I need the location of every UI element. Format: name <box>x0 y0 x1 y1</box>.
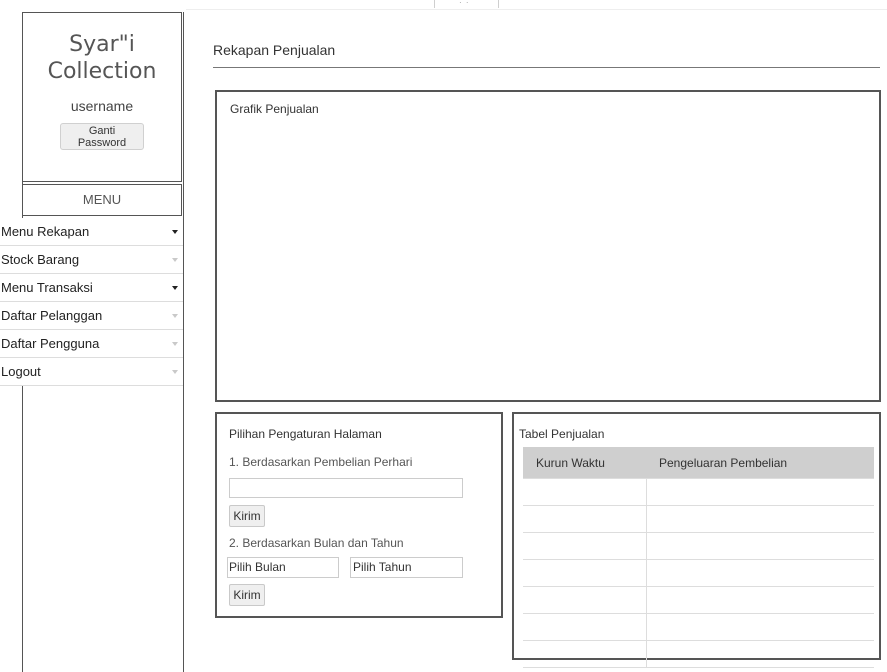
menu-header: MENU <box>22 184 182 216</box>
brand-title: Syar"i Collection <box>23 31 181 85</box>
sidebar-item-label: Stock Barang <box>1 252 80 267</box>
caret-down-icon <box>172 258 178 262</box>
table-cell <box>646 586 874 614</box>
sidebar-item-stock-barang[interactable]: Stock Barang <box>0 246 183 274</box>
table-row <box>523 478 874 506</box>
daily-date-input[interactable] <box>229 478 463 498</box>
sales-table-panel: Tabel Penjualan Kurun Waktu Pengeluaran … <box>512 412 881 668</box>
year-select[interactable]: Pilih Tahun <box>350 557 463 578</box>
table-row <box>523 559 874 587</box>
sales-chart-panel: Grafik Penjualan <box>215 90 881 402</box>
table-cell <box>646 478 874 506</box>
caret-down-icon <box>172 286 178 290</box>
sidebar-item-label: Daftar Pelanggan <box>1 308 103 323</box>
table-panel-label: Tabel Penjualan <box>519 427 605 441</box>
settings-panel-label: Pilihan Pengaturan Halaman <box>229 427 382 441</box>
table-cell <box>523 478 647 506</box>
sidebar-item-daftar-pelanggan[interactable]: Daftar Pelanggan <box>0 302 183 330</box>
caret-down-icon <box>172 230 178 234</box>
page-settings-panel: Pilihan Pengaturan Halaman 1. Berdasarka… <box>215 412 503 618</box>
username-label: username <box>70 98 134 114</box>
sales-table: Kurun Waktu Pengeluaran Pembelian <box>523 447 874 668</box>
sidebar-item-label: Menu Rekapan <box>1 224 90 239</box>
sidebar-menu: Menu Rekapan Stock Barang Menu Transaksi… <box>0 218 183 386</box>
table-cell <box>523 640 647 668</box>
column-header-period: Kurun Waktu <box>523 447 646 479</box>
table-cell <box>523 532 647 560</box>
table-cell <box>646 559 874 587</box>
sidebar-item-logout[interactable]: Logout <box>0 358 183 386</box>
table-row <box>523 586 874 614</box>
table-row <box>523 532 874 560</box>
table-cell <box>646 640 874 668</box>
option-month-year-label: 2. Berdasarkan Bulan dan Tahun <box>229 536 404 550</box>
caret-down-icon <box>172 342 178 346</box>
table-cell <box>523 505 647 533</box>
caret-down-icon <box>172 314 178 318</box>
tab-dots-icon: · · <box>459 0 470 7</box>
profile-box: Syar"i Collection username Ganti Passwor… <box>22 12 182 182</box>
table-cell <box>523 613 647 641</box>
caret-down-icon <box>172 370 178 374</box>
table-cell <box>646 532 874 560</box>
sidebar-item-menu-rekapan[interactable]: Menu Rekapan <box>0 218 183 246</box>
brand-line-1: Syar"i <box>69 32 135 57</box>
sidebar-item-label: Logout <box>1 364 41 379</box>
table-row <box>523 613 874 641</box>
page-title: Rekapan Penjualan <box>213 42 336 58</box>
submit-month-year-button[interactable]: Kirim <box>229 584 265 606</box>
top-tab: · · <box>434 0 499 8</box>
sidebar-item-label: Menu Transaksi <box>1 280 93 295</box>
chart-panel-label: Grafik Penjualan <box>230 102 319 116</box>
month-select[interactable]: Pilih Bulan <box>227 557 339 578</box>
table-cell <box>523 586 647 614</box>
table-header-row: Kurun Waktu Pengeluaran Pembelian <box>523 447 874 479</box>
table-cell <box>646 505 874 533</box>
top-divider <box>186 9 887 10</box>
brand-line-2: Collection <box>47 59 157 84</box>
table-cell <box>523 559 647 587</box>
sidebar-item-menu-transaksi[interactable]: Menu Transaksi <box>0 274 183 302</box>
column-header-expense: Pengeluaran Pembelian <box>646 447 874 479</box>
sidebar-item-daftar-pengguna[interactable]: Daftar Pengguna <box>0 330 183 358</box>
table-row <box>523 640 874 668</box>
submit-daily-button[interactable]: Kirim <box>229 505 265 527</box>
table-row <box>523 505 874 533</box>
option-daily-label: 1. Berdasarkan Pembelian Perhari <box>229 455 413 469</box>
table-cell <box>646 613 874 641</box>
change-password-button[interactable]: Ganti Password <box>60 123 144 150</box>
sidebar-item-label: Daftar Pengguna <box>1 336 100 351</box>
title-divider <box>213 67 880 68</box>
